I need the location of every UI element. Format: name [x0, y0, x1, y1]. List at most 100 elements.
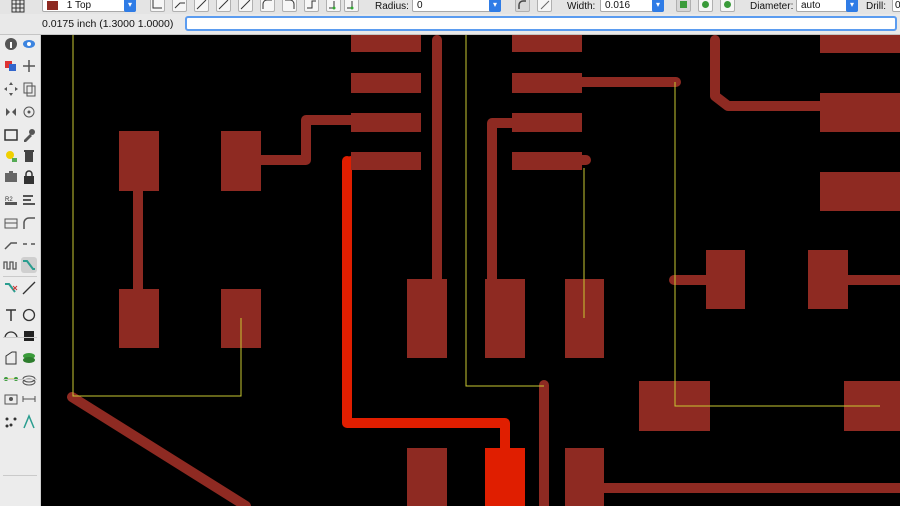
coordinate-display: 0.0175 inch (1.3000 1.0000)	[42, 18, 174, 30]
rotate-icon[interactable]	[21, 104, 37, 120]
smd-pad[interactable]	[351, 35, 421, 52]
smd-pad[interactable]	[808, 250, 848, 309]
rect-icon[interactable]	[21, 328, 37, 344]
add-icon[interactable]	[3, 169, 19, 185]
tool-separator	[3, 475, 37, 476]
board-canvas[interactable]	[41, 35, 900, 506]
move-icon[interactable]	[3, 81, 19, 97]
chevron-down-icon: ▾	[124, 0, 136, 12]
group-icon[interactable]	[3, 127, 19, 143]
smd-pad[interactable]	[119, 131, 159, 191]
smd-pad[interactable]	[407, 279, 447, 358]
split-icon[interactable]	[3, 236, 19, 252]
radius-label: Radius:	[375, 1, 409, 12]
via-icon[interactable]	[21, 350, 37, 366]
wire-icon[interactable]	[21, 280, 37, 296]
smd-pad-selected[interactable]	[485, 448, 525, 506]
bend-45-icon[interactable]	[172, 0, 187, 12]
layer-select-value: 1 Top	[66, 0, 92, 11]
via-square-icon[interactable]	[676, 0, 691, 12]
smd-pad[interactable]	[820, 172, 900, 211]
mark-icon[interactable]	[21, 58, 37, 74]
smd-pad[interactable]	[407, 448, 447, 506]
miter-straight-icon[interactable]	[537, 0, 552, 12]
command-bar: 0.0175 inch (1.3000 1.0000)	[0, 14, 900, 35]
diameter-select[interactable]: auto ▾	[796, 0, 858, 12]
ratsnest-icon[interactable]	[3, 414, 19, 430]
via-round-icon[interactable]	[698, 0, 713, 12]
smd-pad[interactable]	[221, 131, 261, 191]
name-icon[interactable]: R2	[3, 192, 19, 208]
autorouter-icon[interactable]	[21, 414, 37, 430]
drill-label: Drill:	[866, 1, 886, 12]
copper-trace[interactable]	[487, 118, 517, 290]
route-icon[interactable]	[21, 257, 37, 273]
circle-icon[interactable]	[21, 307, 37, 323]
smd-pad[interactable]	[512, 113, 582, 132]
smd-pad[interactable]	[706, 250, 745, 309]
polygon-icon[interactable]	[3, 350, 19, 366]
radius-select[interactable]: 0 ▾	[412, 0, 501, 12]
smd-pad[interactable]	[485, 279, 525, 358]
delete-icon[interactable]	[21, 148, 37, 164]
bend-round-right-icon[interactable]	[282, 0, 297, 12]
tool-separator	[3, 337, 37, 338]
smd-pad[interactable]	[565, 448, 604, 506]
info-icon[interactable]	[3, 36, 19, 52]
optimize-icon[interactable]	[21, 236, 37, 252]
meander-icon[interactable]	[3, 257, 19, 273]
bend-corner-green-icon[interactable]	[326, 0, 341, 12]
tool-palette: R2	[0, 35, 41, 506]
value-icon[interactable]	[21, 192, 37, 208]
show-icon[interactable]	[21, 36, 37, 52]
width-label: Width:	[567, 1, 596, 12]
grid-icon[interactable]	[10, 0, 26, 14]
mirror-icon[interactable]	[3, 104, 19, 120]
width-select[interactable]: 0.016 ▾	[600, 0, 664, 12]
smd-pad[interactable]	[351, 152, 421, 170]
miter-round-icon[interactable]	[515, 0, 530, 12]
board-svg[interactable]	[41, 35, 900, 506]
smd-pad[interactable]	[820, 93, 900, 132]
smd-pad[interactable]	[119, 289, 159, 348]
copy-icon[interactable]	[21, 81, 37, 97]
change-icon[interactable]	[21, 127, 37, 143]
arc-icon[interactable]	[3, 328, 19, 344]
bend-arc-icon[interactable]	[238, 0, 253, 12]
copper-trace[interactable]	[710, 35, 825, 111]
radius-value: 0	[417, 0, 423, 11]
smd-pad[interactable]	[512, 35, 582, 52]
drill-select[interactable]: 0	[892, 0, 900, 12]
dimension-icon[interactable]	[21, 391, 37, 407]
layer-color-swatch	[47, 0, 58, 10]
ripup-icon[interactable]	[3, 280, 19, 296]
paste-icon[interactable]	[3, 148, 19, 164]
smd-pad[interactable]	[820, 35, 900, 53]
smash-icon[interactable]	[3, 215, 19, 231]
bend-step-icon[interactable]	[304, 0, 319, 12]
via-octagon-icon[interactable]	[720, 0, 735, 12]
bend-round-left-icon[interactable]	[260, 0, 275, 12]
bend-90-icon[interactable]	[150, 0, 165, 12]
bend-135-icon[interactable]	[216, 0, 231, 12]
display-layers-icon[interactable]	[3, 58, 19, 74]
copper-trace[interactable]	[67, 392, 251, 506]
airwire-layer	[72, 35, 880, 407]
bend-corner-green2-icon[interactable]	[344, 0, 359, 12]
copper-trace[interactable]	[245, 115, 356, 165]
smd-pad[interactable]	[512, 152, 582, 170]
lock-icon[interactable]	[21, 169, 37, 185]
bend-free-icon[interactable]	[194, 0, 209, 12]
layer-select[interactable]: 1 Top ▾	[42, 0, 136, 12]
tool-separator	[3, 276, 37, 277]
parameter-toolbar: 1 Top ▾ Radius: 0 ▾ Width: 0.016 ▾ Diame…	[0, 0, 900, 15]
smd-pad[interactable]	[512, 73, 582, 93]
attribute-icon[interactable]	[3, 391, 19, 407]
text-icon[interactable]	[3, 307, 19, 323]
miter-icon[interactable]	[21, 215, 37, 231]
command-line-input[interactable]	[185, 16, 897, 31]
width-value: 0.016	[605, 0, 631, 11]
tool-separator	[3, 379, 37, 380]
smd-pad[interactable]	[351, 113, 421, 132]
smd-pad[interactable]	[351, 73, 421, 93]
